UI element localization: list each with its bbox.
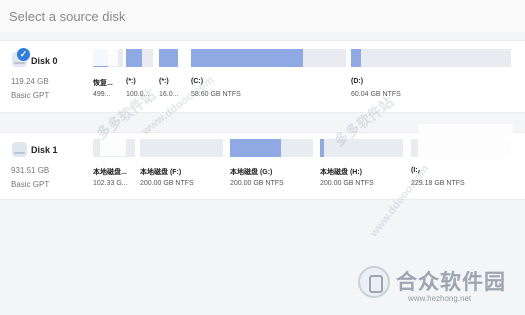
partition-label: 本地磁盘 (G:) bbox=[230, 169, 273, 176]
partition-bar bbox=[126, 49, 153, 67]
partition-label: (*:) bbox=[159, 78, 169, 85]
partition-info: 200.00 GB NTFS bbox=[320, 180, 374, 187]
header: Select a source disk bbox=[0, 0, 525, 32]
partition-used-fill bbox=[230, 139, 282, 157]
partition-1-1[interactable]: 本地磁盘 (F:) 200.00 GB NTFS bbox=[140, 139, 223, 194]
disk-icon bbox=[12, 142, 27, 157]
disk-name: Disk 0 bbox=[31, 56, 58, 66]
partition-info: 60.04 GB NTFS bbox=[351, 91, 401, 98]
partition-info: 16.0... bbox=[159, 91, 179, 98]
mask-block bbox=[410, 73, 508, 103]
partition-bar bbox=[159, 49, 178, 67]
mask-block bbox=[418, 124, 513, 170]
site-logo: 合众软件园 www.hezhong.net bbox=[350, 262, 520, 312]
mask-block bbox=[93, 48, 118, 66]
partition-1-3[interactable]: 本地磁盘 (H:) 200.00 GB NTFS bbox=[320, 139, 403, 194]
partition-used-fill bbox=[320, 139, 325, 157]
disk-size: 119.24 GB bbox=[11, 77, 49, 86]
disk-type: Basic GPT bbox=[11, 180, 50, 189]
partition-used-fill bbox=[351, 49, 361, 67]
logo-url: www.hezhong.net bbox=[408, 294, 472, 303]
partition-used-fill bbox=[191, 49, 303, 67]
partition-label: 本地磁盘 (H:) bbox=[320, 169, 362, 176]
partition-info: 58.60 GB NTFS bbox=[191, 91, 241, 98]
partition-label: 恢复... bbox=[93, 80, 113, 87]
partition-0-1[interactable]: (*:) 100.0... bbox=[126, 49, 153, 104]
logo-name: 合众软件园 bbox=[396, 271, 506, 294]
partition-bar bbox=[320, 139, 403, 157]
disk-type: Basic GPT bbox=[11, 91, 50, 100]
partition-bar bbox=[140, 139, 223, 157]
page-title: Select a source disk bbox=[9, 9, 126, 24]
partition-info: 499... bbox=[93, 91, 111, 98]
mask-block bbox=[100, 138, 126, 156]
disk-size: 931.51 GB bbox=[11, 166, 50, 175]
partition-bar bbox=[191, 49, 346, 67]
mask-block bbox=[254, 73, 342, 103]
partition-info: 102.33 G... bbox=[93, 180, 128, 187]
partition-label: (C:) bbox=[191, 78, 204, 85]
partition-bar bbox=[351, 49, 511, 67]
partition-info: 100.0... bbox=[126, 91, 150, 98]
partition-0-2[interactable]: (*:) 16.0... bbox=[159, 49, 178, 104]
partition-info: 200.00 GB NTFS bbox=[140, 180, 194, 187]
disk-name: Disk 1 bbox=[31, 145, 58, 155]
logo-icon bbox=[358, 266, 390, 298]
selected-check-icon: ✓ bbox=[17, 48, 30, 61]
partition-label: 本地磁盘... bbox=[93, 169, 127, 176]
partition-used-fill bbox=[126, 49, 143, 67]
partition-bar bbox=[230, 139, 313, 157]
partition-used-fill bbox=[159, 49, 178, 67]
partition-info: 229.18 GB NTFS bbox=[411, 180, 465, 187]
partition-1-2[interactable]: 本地磁盘 (G:) 200.00 GB NTFS bbox=[230, 139, 313, 194]
partition-label: (*:) bbox=[126, 78, 136, 85]
partition-label: 本地磁盘 (F:) bbox=[140, 169, 182, 176]
partition-info: 200.00 GB NTFS bbox=[230, 180, 284, 187]
partition-label: (D:) bbox=[351, 78, 364, 85]
